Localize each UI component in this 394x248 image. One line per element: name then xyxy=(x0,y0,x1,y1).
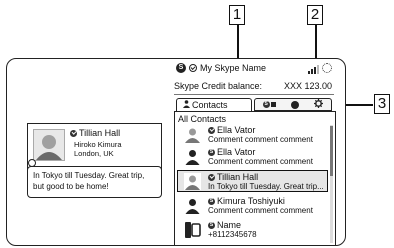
contact-comment: Comment comment comment xyxy=(208,157,313,166)
contact-comment: Comment comment comment xyxy=(208,206,313,215)
account-header: S My Skype Name xyxy=(176,63,266,73)
contact-comment: Comment comment comment xyxy=(208,135,313,144)
photo-avatar-icon xyxy=(184,173,201,190)
account-name: My Skype Name xyxy=(200,63,267,73)
callout-2-leader xyxy=(315,25,317,62)
credit-label: Skype Credit balance: xyxy=(174,81,263,91)
profile-name: Tillian Hall xyxy=(79,128,121,138)
all-contacts-heading: All Contacts xyxy=(178,114,227,124)
profile-line-2: London, UK xyxy=(74,149,114,158)
profile-line-1: Hiroko Kimura xyxy=(74,140,122,149)
contact-row[interactable]: S Name +8112345678 xyxy=(178,220,328,240)
contact-name: Name xyxy=(217,220,242,230)
skype-status-icon: S xyxy=(208,148,215,156)
contact-name: Tillian Hall xyxy=(217,172,259,182)
contact-name: Ella Vator xyxy=(217,147,256,157)
tab-contacts[interactable]: Contacts xyxy=(176,98,252,111)
callout-1: 1 xyxy=(229,5,245,25)
skype-logo-icon: S xyxy=(176,63,186,73)
tab-contacts-label: Contacts xyxy=(192,100,228,110)
contacts-person-icon xyxy=(183,99,190,108)
contact-name: Ella Vator xyxy=(217,125,256,135)
phone-contact-icon xyxy=(184,221,201,238)
callout-1-leader xyxy=(237,25,239,62)
contact-row[interactable]: Ella Vator Comment comment comment xyxy=(178,125,328,145)
contact-row[interactable]: S Ella Vator Comment comment comment xyxy=(178,147,328,167)
skype-filter-icon[interactable]: S xyxy=(262,101,276,108)
settings-gear-icon[interactable] xyxy=(314,99,324,110)
online-status-icon xyxy=(189,64,197,72)
callout-3: 3 xyxy=(374,94,390,114)
signal-strength-icon xyxy=(308,64,319,74)
skype-status-icon: S xyxy=(208,197,215,205)
status-online-icon[interactable] xyxy=(290,100,299,109)
person-silhouette-icon xyxy=(184,148,201,165)
scrollbar-thumb[interactable] xyxy=(330,126,333,176)
callout-2: 2 xyxy=(307,5,323,25)
online-status-icon xyxy=(208,173,215,181)
contact-name: Kimura Toshiyuki xyxy=(217,196,285,206)
skype-status-icon: S xyxy=(208,221,215,229)
credit-value: XXX 123.00 xyxy=(283,81,332,91)
mood-message: In Tokyo till Tuesday. Great trip, but g… xyxy=(27,166,162,198)
tab-icon-group[interactable]: S xyxy=(254,98,332,111)
profile-photo xyxy=(33,129,65,161)
contact-comment: In Tokyo till Tuesday. Great trip... xyxy=(208,182,324,191)
connection-spinner-icon xyxy=(322,63,332,73)
contact-comment: +8112345678 xyxy=(208,230,257,239)
online-status-icon xyxy=(70,129,77,137)
person-silhouette-icon xyxy=(184,197,201,214)
photo-avatar-icon xyxy=(184,126,201,143)
online-status-icon xyxy=(208,126,215,134)
credit-balance-row: Skype Credit balance: XXX 123.00 xyxy=(174,80,334,95)
contact-row-selected[interactable]: Tillian Hall In Tokyo till Tuesday. Grea… xyxy=(177,170,328,192)
contact-row[interactable]: S Kimura Toshiyuki Comment comment commen… xyxy=(178,196,328,216)
